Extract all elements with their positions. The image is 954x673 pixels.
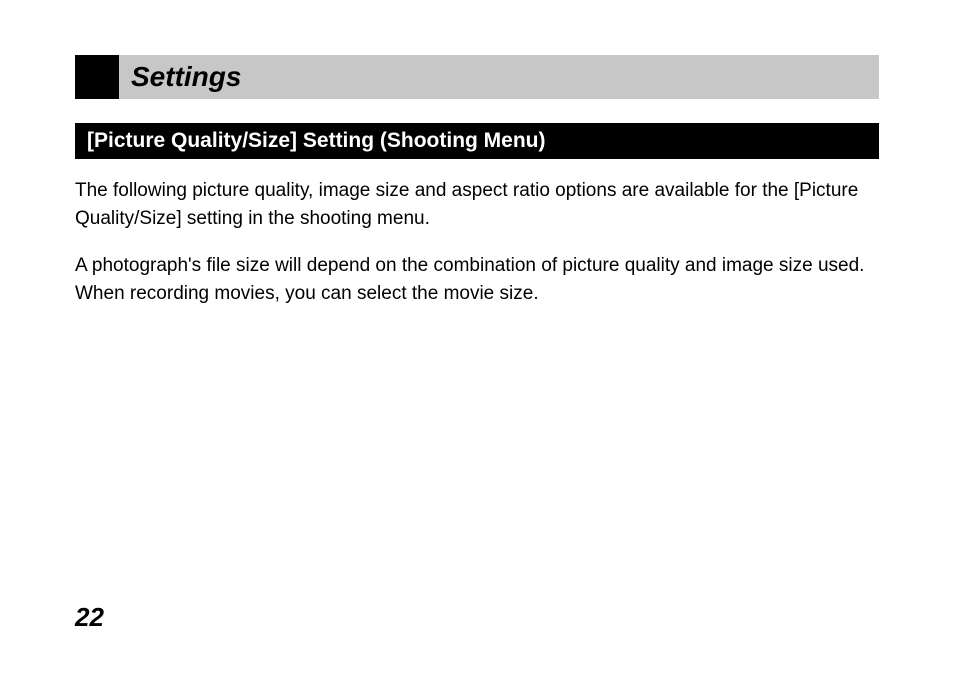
- section-title-background: Settings: [119, 55, 879, 99]
- section-title-text: Settings: [131, 61, 241, 93]
- body-paragraph-2: A photograph's file size will depend on …: [75, 252, 879, 307]
- page-number: 22: [75, 602, 104, 633]
- sub-heading-bar: [Picture Quality/Size] Setting (Shooting…: [75, 123, 879, 159]
- sub-heading-text: [Picture Quality/Size] Setting (Shooting…: [87, 129, 546, 152]
- section-title-marker: [75, 55, 119, 99]
- section-title-bar: Settings: [75, 55, 879, 99]
- body-paragraph-1: The following picture quality, image siz…: [75, 177, 879, 232]
